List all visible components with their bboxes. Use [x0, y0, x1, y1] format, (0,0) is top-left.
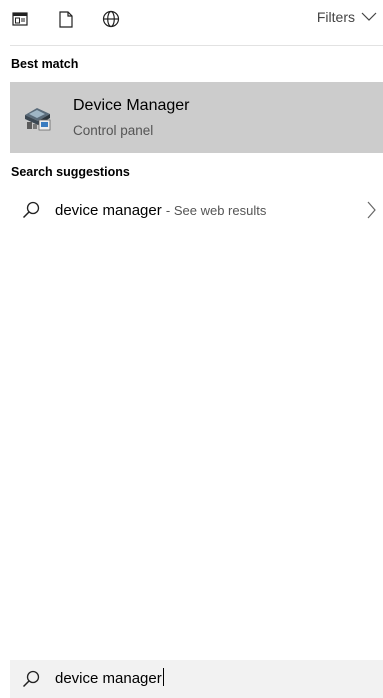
device-manager-icon	[23, 102, 53, 132]
filters-label: Filters	[316, 9, 355, 25]
text-cursor	[162, 668, 164, 686]
best-match-heading: Best match	[11, 57, 79, 71]
chevron-down-icon	[361, 12, 377, 21]
search-icon	[22, 201, 40, 219]
best-match-result[interactable]: Device Manager Control panel	[10, 82, 383, 153]
suggestion-text: device manager - See web results	[55, 202, 266, 219]
search-icon	[22, 670, 40, 688]
search-suggestions-heading: Search suggestions	[11, 165, 130, 179]
toolbar-divider	[10, 45, 383, 46]
search-box[interactable]: device manager	[10, 660, 383, 698]
web-icon[interactable]	[98, 6, 124, 32]
filters-dropdown[interactable]: Filters	[317, 9, 377, 25]
best-match-subtitle: Control panel	[73, 123, 154, 138]
best-match-title: Device Manager	[73, 97, 190, 114]
filter-toolbar: Filters	[0, 0, 383, 42]
search-input-text: device manager	[55, 670, 162, 687]
apps-icon[interactable]	[7, 6, 33, 32]
suggestion-query: device manager	[55, 202, 162, 219]
chevron-right-icon[interactable]	[367, 200, 377, 220]
document-icon[interactable]	[53, 6, 79, 32]
suggestion-hint: - See web results	[165, 203, 267, 218]
search-input[interactable]: device manager	[55, 668, 164, 687]
suggestion-item[interactable]: device manager - See web results	[10, 193, 383, 229]
